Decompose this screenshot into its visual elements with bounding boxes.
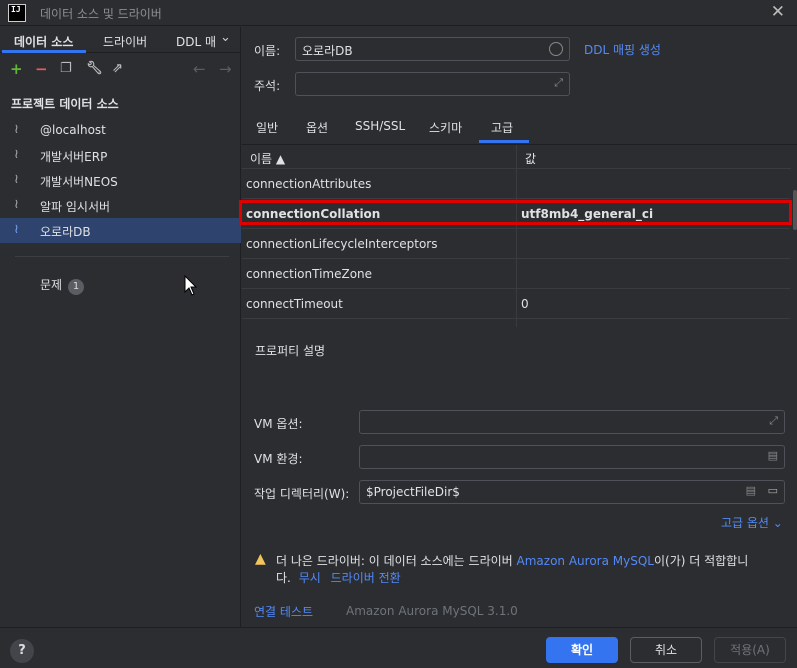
property-description-label: 프로퍼티 설명 <box>255 344 326 358</box>
folder-icon[interactable]: ▭ <box>768 484 778 497</box>
left-panel: 데이터 소스 드라이버 DDL 매 ⌄ + − ❐ 🔧︎ ⇗ ← → 프로젝트 … <box>0 27 241 627</box>
highlight-box <box>239 200 792 225</box>
working-directory-label: 작업 디렉터리(W): <box>254 487 350 501</box>
warning-icon: ▲ <box>255 551 266 567</box>
left-tab-bar: 데이터 소스 드라이버 DDL 매 ⌄ <box>0 27 241 53</box>
document-icon[interactable]: ▤ <box>746 484 756 497</box>
warning-line-1: 더 나은 드라이버: 이 데이터 소스에는 드라이버 Amazon Aurora… <box>276 552 748 569</box>
ok-button[interactable]: 확인 <box>546 637 618 663</box>
window-title: 데이터 소스 및 드라이버 <box>40 7 162 21</box>
tab-ssh-ssl[interactable]: SSH/SSL <box>355 119 405 133</box>
tab-drivers[interactable]: 드라이버 <box>103 33 147 50</box>
ddl-mapping-link[interactable]: DDL 매핑 생성 <box>584 41 661 58</box>
aurora-driver-link[interactable]: Amazon Aurora MySQL <box>517 554 654 568</box>
problems-label: 문제 <box>40 278 63 292</box>
warning-text: 더 나은 드라이버: 이 데이터 소스에는 드라이버 <box>276 554 513 568</box>
mouse-cursor-icon <box>184 275 198 296</box>
tab-ddl-mappings[interactable]: DDL 매 <box>176 33 216 50</box>
expand-icon[interactable]: ⤢ <box>769 414 778 428</box>
warning-text-3: 다. <box>276 571 291 585</box>
property-name: connectTimeout <box>246 297 343 311</box>
external-link-icon[interactable]: ⇗ <box>112 60 123 78</box>
tab-schemas[interactable]: 스키마 <box>429 119 462 136</box>
add-icon[interactable]: + <box>10 60 23 78</box>
problems-count-badge: 1 <box>68 279 85 295</box>
name-value: 오로라DB <box>302 44 353 58</box>
data-source-label: 오로라DB <box>40 225 91 239</box>
data-source-label: @localhost <box>40 123 106 137</box>
switch-driver-link[interactable]: 드라이버 전환 <box>331 571 401 585</box>
apply-button[interactable]: 적용(A) <box>714 637 786 663</box>
wrench-icon[interactable]: 🔧︎ <box>86 60 103 78</box>
warning-text-2: 이(가) 더 적합합니 <box>653 554 749 568</box>
problems-item[interactable]: 문제 1 <box>40 276 85 295</box>
driver-version: Amazon Aurora MySQL 3.1.0 <box>346 604 518 618</box>
vm-environment-input[interactable]: ▤ <box>359 445 785 469</box>
column-header-value[interactable]: 값 <box>517 145 791 169</box>
tab-advanced[interactable]: 고급 <box>491 119 513 136</box>
document-icon[interactable]: ▤ <box>768 449 778 462</box>
chevron-down-icon[interactable]: ⌄ <box>220 30 231 45</box>
back-arrow-icon[interactable]: ← <box>193 60 206 78</box>
mysql-icon: ≀ <box>14 197 19 212</box>
close-icon[interactable]: ✕ <box>771 2 785 22</box>
title-bar: IJ 데이터 소스 및 드라이버 ✕ <box>0 0 797 26</box>
data-source-aurora[interactable]: ≀ 오로라DB <box>0 218 241 243</box>
data-source-neos[interactable]: ≀ 개발서버NEOS <box>0 168 241 193</box>
comment-label: 주석: <box>254 79 281 93</box>
warning-line-2: 다. 무시 드라이버 전환 <box>276 569 401 586</box>
intellij-icon: IJ <box>8 4 26 22</box>
mysql-icon: ≀ <box>14 122 19 137</box>
aurora-icon: ≀ <box>14 222 19 237</box>
tab-general[interactable]: 일반 <box>256 119 278 136</box>
test-connection-link[interactable]: 연결 테스트 <box>254 603 313 620</box>
working-directory-input[interactable]: $ProjectFileDir$ ▤ ▭ <box>359 480 785 504</box>
dialog-footer: ? 확인 취소 적용(A) <box>0 627 797 668</box>
vm-options-input[interactable]: ⤢ <box>359 410 785 434</box>
advanced-options-label: 고급 옵션 <box>721 516 769 530</box>
left-toolbar: + − ❐ 🔧︎ ⇗ ← → <box>0 57 241 83</box>
properties-table: 이름 ▲ 값 connectionAttributes connectionCo… <box>242 144 797 327</box>
column-separator <box>516 145 517 327</box>
right-panel: 이름: 오로라DB DDL 매핑 생성 주석: ⤢ 일반 옵션 SSH/SSL … <box>239 27 797 627</box>
property-name: connectionAttributes <box>246 177 372 191</box>
help-button[interactable]: ? <box>10 639 34 663</box>
data-source-erp[interactable]: ≀ 개발서버ERP <box>0 143 241 168</box>
working-directory-value: $ProjectFileDir$ <box>366 485 460 499</box>
table-scrollbar[interactable] <box>793 190 797 230</box>
tab-underline <box>2 50 86 53</box>
tab-data-sources[interactable]: 데이터 소스 <box>14 33 73 50</box>
data-source-label: 개발서버NEOS <box>40 175 118 189</box>
mysql-icon: ≀ <box>14 172 19 187</box>
property-name: connectionTimeZone <box>246 267 373 281</box>
property-name: connectionLifecycleInterceptors <box>246 237 438 251</box>
ignore-link[interactable]: 무시 <box>299 571 321 585</box>
tab-options[interactable]: 옵션 <box>306 119 328 136</box>
mysql-icon: ≀ <box>14 147 19 162</box>
data-source-localhost[interactable]: ≀ @localhost <box>0 118 241 143</box>
data-source-label: 개발서버ERP <box>40 150 108 164</box>
name-input[interactable]: 오로라DB <box>295 37 570 61</box>
vm-options-label: VM 옵션: <box>254 417 303 431</box>
data-source-alpha[interactable]: ≀ 알파 임시서버 <box>0 193 241 218</box>
property-value[interactable]: 0 <box>521 297 529 311</box>
data-source-label: 알파 임시서버 <box>40 200 111 214</box>
column-header-name[interactable]: 이름 ▲ <box>242 145 516 169</box>
duplicate-icon[interactable]: ❐ <box>60 60 72 78</box>
remove-icon[interactable]: − <box>35 60 48 78</box>
project-data-sources-label: 프로젝트 데이터 소스 <box>11 97 119 111</box>
color-circle-icon[interactable] <box>549 42 563 56</box>
advanced-options-link[interactable]: 고급 옵션 ⌄ <box>721 514 783 531</box>
comment-input[interactable]: ⤢ <box>295 72 570 96</box>
divider <box>15 256 229 257</box>
cancel-button[interactable]: 취소 <box>630 637 702 663</box>
vm-environment-label: VM 환경: <box>254 452 303 466</box>
forward-arrow-icon[interactable]: → <box>219 60 232 78</box>
name-label: 이름: <box>254 44 281 58</box>
sub-tab-underline <box>479 140 529 143</box>
expand-icon[interactable]: ⤢ <box>554 76 563 90</box>
